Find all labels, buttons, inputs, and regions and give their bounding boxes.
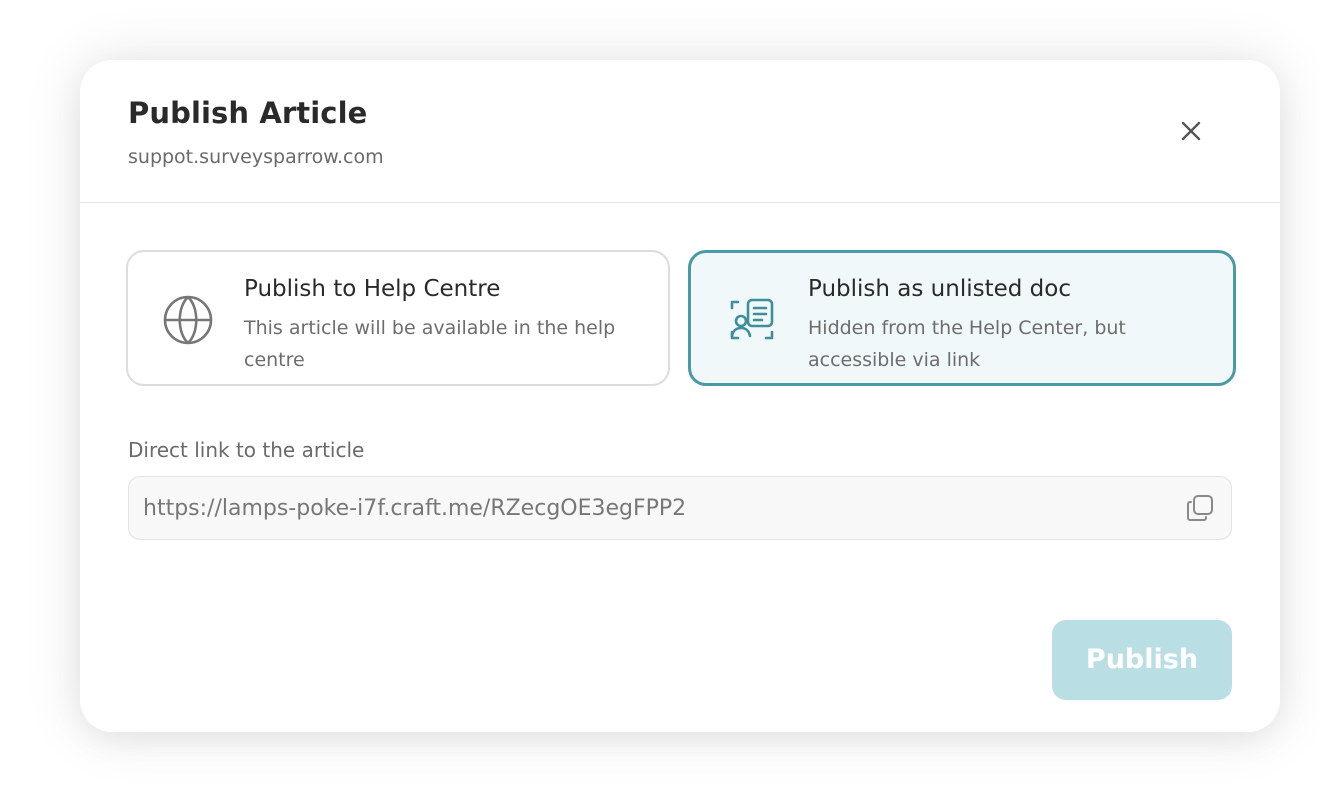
dialog-header: Publish Article suppot.surveysparrow.com — [80, 60, 1280, 203]
publish-button[interactable]: Publish — [1052, 620, 1232, 700]
dialog-subtitle: suppot.surveysparrow.com — [128, 146, 384, 168]
option-publish-help-centre[interactable]: Publish to Help Centre This article will… — [126, 250, 670, 386]
option-description: Hidden from the Help Center, but accessi… — [808, 317, 1126, 371]
publish-article-dialog: Publish Article suppot.surveysparrow.com… — [80, 60, 1280, 732]
option-publish-unlisted[interactable]: Publish as unlisted doc Hidden from the … — [688, 250, 1236, 386]
direct-link-input[interactable] — [143, 487, 1163, 529]
direct-link-label: Direct link to the article — [128, 438, 365, 462]
page-backdrop: Publish Article suppot.surveysparrow.com… — [0, 0, 1320, 792]
dialog-title: Publish Article — [128, 96, 368, 130]
copy-link-button[interactable] — [1185, 493, 1215, 523]
option-title: Publish as unlisted doc — [808, 276, 1071, 302]
globe-icon — [162, 294, 214, 346]
id-card-icon — [726, 294, 778, 346]
close-button[interactable] — [1176, 116, 1206, 146]
close-icon — [1181, 121, 1201, 141]
copy-icon — [1187, 495, 1213, 521]
direct-link-field — [128, 476, 1232, 540]
option-title: Publish to Help Centre — [244, 276, 501, 302]
option-description: This article will be available in the he… — [244, 317, 616, 371]
